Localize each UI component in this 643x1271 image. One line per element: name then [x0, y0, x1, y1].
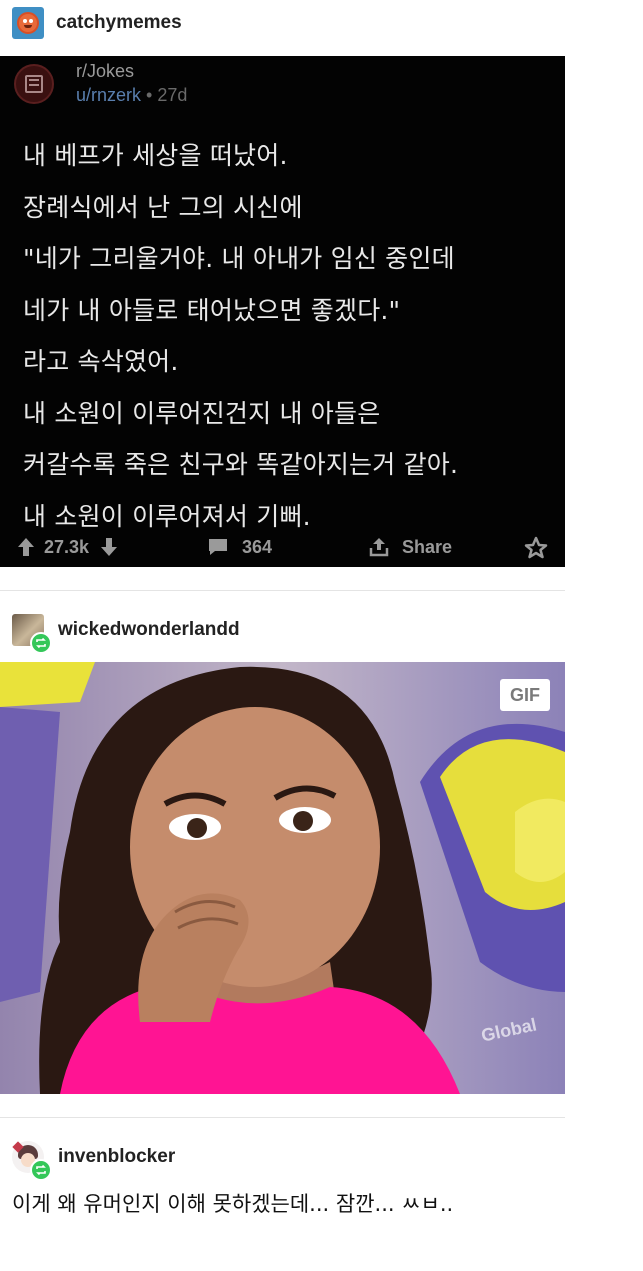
username[interactable]: catchymemes [56, 12, 182, 34]
post-line: 커갈수록 죽은 친구와 똑같아지는거 같아. [23, 450, 459, 479]
award-button[interactable] [524, 536, 548, 560]
reblog-icon [30, 632, 52, 654]
share-label: Share [402, 536, 453, 557]
reddit-post-card: r/Jokes u/rnzerk • 27d 내 베프가 세상을 떠났어. 장례… [0, 56, 565, 567]
post-header-wickedwonderlandd: wickedwonderlandd [12, 614, 240, 654]
gif-image[interactable]: GIF Global [0, 662, 565, 1094]
post-line: 내 베프가 세상을 떠났어. [23, 141, 288, 170]
post-header-invenblocker: invenblocker [12, 1141, 175, 1181]
avatar-face-icon [17, 12, 39, 34]
post-actions-bar: 27.3k 364 Share [0, 532, 565, 562]
username[interactable]: wickedwonderlandd [58, 619, 240, 641]
avatar-wickedwonderlandd[interactable] [12, 614, 52, 654]
reblog-comment: 이게 왜 유머인지 이해 못하겠는데... 잠깐... ㅆㅂ.. [12, 1192, 454, 1216]
reblog-icon [30, 1159, 52, 1181]
upvote-count: 27.3k [44, 536, 90, 557]
vote-group: 27.3k [16, 536, 119, 558]
post-divider [0, 1117, 565, 1118]
comment-icon [209, 539, 227, 555]
post-line: "네가 그리울거야. 내 아내가 임신 중인데 [23, 244, 455, 273]
share-button[interactable]: Share [368, 536, 452, 558]
avatar-invenblocker[interactable] [12, 1141, 52, 1181]
post-age: 27d [157, 85, 188, 105]
subreddit-icon [14, 64, 54, 104]
post-meta: u/rnzerk • 27d [76, 85, 187, 106]
arrow-down-icon[interactable] [99, 536, 119, 558]
meta-separator: • [146, 85, 158, 105]
post-line: 라고 속삭였어. [23, 347, 179, 376]
post-author[interactable]: u/rnzerk [76, 85, 141, 105]
award-icon [524, 536, 548, 559]
username[interactable]: invenblocker [58, 1146, 175, 1168]
post-line: 내 소원이 이루어진건지 내 아들은 [23, 398, 381, 428]
subreddit-name[interactable]: r/Jokes [76, 61, 134, 82]
avatar-catchymemes[interactable] [12, 7, 44, 39]
post-body: 내 베프가 세상을 떠났어. 장례식에서 난 그의 시신에 "네가 그리울거야.… [23, 130, 558, 542]
post-line: 장례식에서 난 그의 시신에 [23, 192, 303, 222]
post-divider [0, 590, 565, 591]
share-icon [369, 538, 389, 557]
comment-count: 364 [242, 536, 273, 557]
arrow-up-icon[interactable] [16, 536, 36, 558]
post-header-catchymemes: catchymemes [12, 7, 182, 39]
comments-button[interactable]: 364 [206, 536, 272, 558]
post-line: 네가 내 아들로 태어났으면 좋겠다." [23, 295, 401, 325]
gif-badge: GIF [500, 679, 550, 711]
